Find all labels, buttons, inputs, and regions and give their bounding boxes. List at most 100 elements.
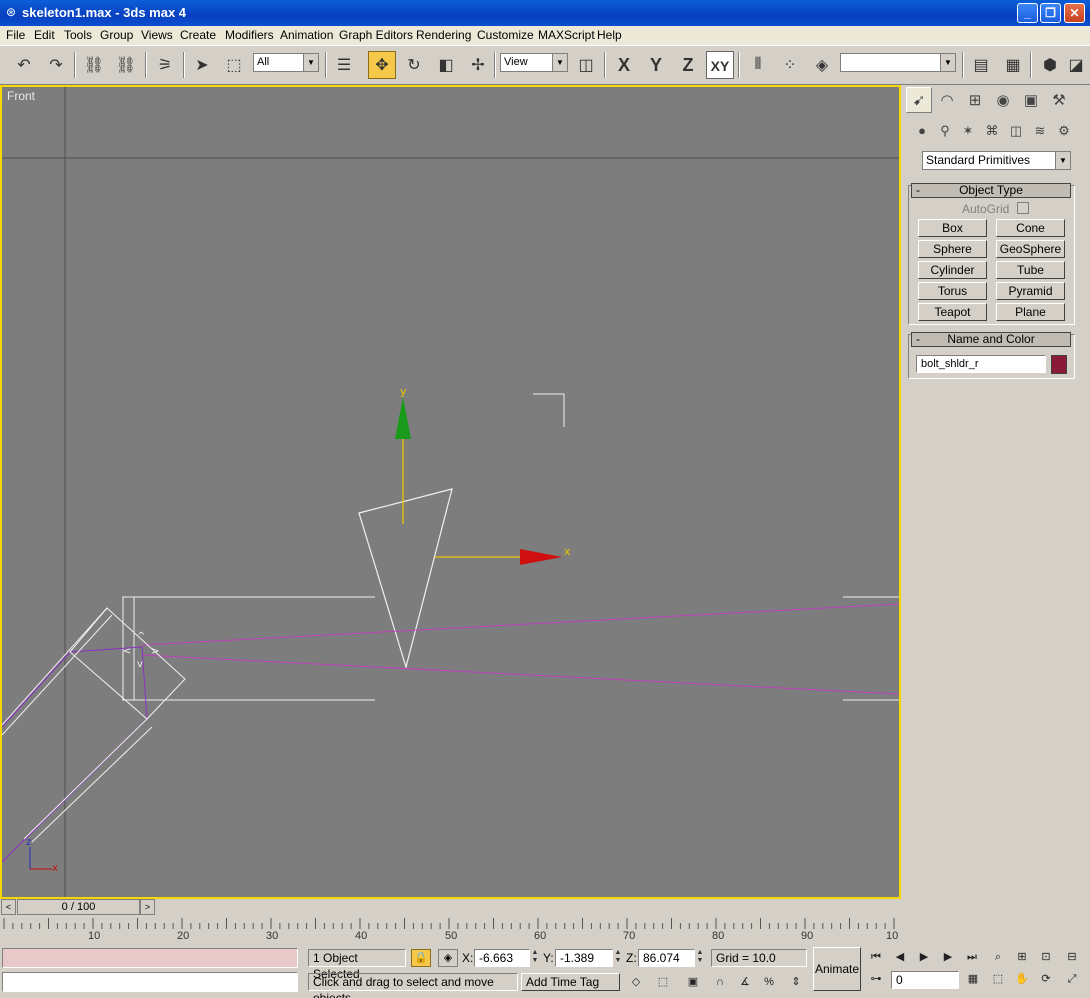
region-zoom-icon[interactable]: ⬚ bbox=[988, 970, 1008, 988]
select-and-scale-icon[interactable]: ◧ bbox=[432, 51, 460, 79]
timeline-ruler[interactable]: 10 20 30 40 50 60 70 80 90 10 bbox=[0, 916, 901, 946]
restrict-y-button[interactable]: Y bbox=[642, 51, 670, 79]
time-slider[interactable]: 0 / 100 bbox=[17, 899, 140, 915]
utilities-tab-icon[interactable]: ⚒ bbox=[1046, 87, 1072, 113]
app-icon[interactable]: ⊛ bbox=[4, 5, 18, 19]
restrict-z-button[interactable]: Z bbox=[674, 51, 702, 79]
array-icon[interactable]: ⁘ bbox=[776, 51, 804, 79]
z-coordinate-input[interactable]: 86.074 bbox=[638, 949, 695, 967]
undo-icon[interactable]: ↶ bbox=[10, 51, 38, 79]
align-icon[interactable]: ◈ bbox=[808, 51, 836, 79]
geometry-icon[interactable]: ● bbox=[912, 121, 932, 141]
create-tab-icon[interactable]: ➹ bbox=[906, 87, 932, 113]
selection-toggle-icon[interactable]: ⬚ bbox=[653, 973, 673, 991]
menu-modifiers[interactable]: Modifiers bbox=[225, 28, 274, 42]
maximize-icon[interactable]: ❐ bbox=[1040, 3, 1061, 23]
menu-help[interactable]: Help bbox=[597, 28, 622, 42]
category-dropdown[interactable]: Standard Primitives ▼ bbox=[922, 151, 1071, 170]
menu-animation[interactable]: Animation bbox=[280, 28, 333, 42]
selection-filter-dropdown[interactable]: All ▼ bbox=[253, 53, 319, 72]
menu-maxscript[interactable]: MAXScript bbox=[538, 28, 595, 42]
minimize-icon[interactable]: _ bbox=[1017, 3, 1038, 23]
x-spinner-icon[interactable]: ▲ ▼ bbox=[530, 949, 540, 967]
time-next-button[interactable]: > bbox=[140, 899, 155, 915]
close-icon[interactable]: ✕ bbox=[1064, 3, 1085, 23]
bind-space-warp-icon[interactable]: ⚞ bbox=[151, 51, 179, 79]
zoom-icon[interactable]: ⌕ bbox=[988, 948, 1008, 966]
box-mode-icon[interactable]: ▣ bbox=[683, 973, 703, 991]
material-editor-icon[interactable]: ⬢ bbox=[1036, 51, 1064, 79]
x-coordinate-input[interactable]: -6.663 bbox=[474, 949, 530, 967]
sphere-button[interactable]: Sphere bbox=[918, 240, 987, 258]
maximize-viewport-icon[interactable]: ⤢ bbox=[1060, 970, 1084, 988]
hierarchy-tab-icon[interactable]: ⊞ bbox=[962, 87, 988, 113]
named-selection-dropdown[interactable]: ▼ bbox=[840, 53, 956, 72]
previous-frame-icon[interactable]: ◀ bbox=[890, 948, 910, 966]
play-icon[interactable]: ▶ bbox=[914, 948, 934, 966]
viewport-canvas[interactable]: ^ < > v y x z x bbox=[2, 87, 899, 897]
zoom-extents-icon[interactable]: ⊡ bbox=[1036, 948, 1056, 966]
y-spinner-icon[interactable]: ▲ ▼ bbox=[613, 949, 623, 967]
select-and-manipulate-icon[interactable]: ✢ bbox=[464, 51, 492, 79]
current-frame-input[interactable]: 0 bbox=[891, 971, 959, 989]
select-object-icon[interactable]: ➤ bbox=[188, 51, 216, 79]
menu-graph-editors[interactable]: Graph Editors bbox=[339, 28, 413, 42]
time-configuration-icon[interactable]: ▦ bbox=[963, 970, 983, 988]
shapes-icon[interactable]: ⚲ bbox=[935, 121, 955, 141]
percent-snap-icon[interactable]: % bbox=[759, 973, 779, 991]
time-prev-button[interactable]: < bbox=[1, 899, 16, 915]
pyramid-button[interactable]: Pyramid bbox=[996, 282, 1065, 300]
object-type-header[interactable]: - Object Type bbox=[911, 183, 1071, 198]
zoom-all-icon[interactable]: ⊞ bbox=[1012, 948, 1032, 966]
render-scene-icon[interactable]: ◪ bbox=[1064, 51, 1088, 79]
y-coordinate-input[interactable]: -1.389 bbox=[555, 949, 613, 967]
restrict-xy-button[interactable]: XY bbox=[706, 51, 734, 79]
schematic-view-icon[interactable]: ▦ bbox=[999, 51, 1027, 79]
tube-button[interactable]: Tube bbox=[996, 261, 1065, 279]
viewport-cube-icon[interactable]: ◇ bbox=[626, 973, 646, 991]
arc-rotate-icon[interactable]: ⟳ bbox=[1036, 970, 1056, 988]
menu-rendering[interactable]: Rendering bbox=[416, 28, 471, 42]
animate-button[interactable]: Animate bbox=[813, 947, 861, 991]
menu-create[interactable]: Create bbox=[180, 28, 216, 42]
key-mode-icon[interactable]: ⊶ bbox=[866, 970, 886, 988]
select-and-move-icon[interactable]: ✥ bbox=[368, 51, 396, 79]
cylinder-button[interactable]: Cylinder bbox=[918, 261, 987, 279]
add-time-tag-button[interactable]: Add Time Tag bbox=[521, 973, 620, 991]
redo-icon[interactable]: ↷ bbox=[42, 51, 70, 79]
select-by-name-icon[interactable]: ☰ bbox=[330, 51, 358, 79]
teapot-button[interactable]: Teapot bbox=[918, 303, 987, 321]
zoom-extents-all-icon[interactable]: ⊟ bbox=[1060, 948, 1084, 966]
select-and-link-icon[interactable]: ⛓ bbox=[80, 51, 108, 79]
menu-customize[interactable]: Customize bbox=[477, 28, 534, 42]
angle-snap-icon[interactable]: ∡ bbox=[735, 973, 755, 991]
restrict-x-button[interactable]: X bbox=[610, 51, 638, 79]
systems-icon[interactable]: ⚙ bbox=[1054, 121, 1074, 141]
select-and-rotate-icon[interactable]: ↻ bbox=[400, 51, 428, 79]
helpers-icon[interactable]: ◫ bbox=[1006, 121, 1026, 141]
autogrid-checkbox[interactable] bbox=[1017, 202, 1029, 214]
spinner-snap-icon[interactable]: ⇕ bbox=[786, 973, 806, 991]
menu-group[interactable]: Group bbox=[100, 28, 133, 42]
plane-button[interactable]: Plane bbox=[996, 303, 1065, 321]
absolute-mode-icon[interactable]: ◈ bbox=[438, 949, 458, 967]
box-button[interactable]: Box bbox=[918, 219, 987, 237]
name-and-color-header[interactable]: - Name and Color bbox=[911, 332, 1071, 347]
reference-coordinate-dropdown[interactable]: View ▼ bbox=[500, 53, 568, 72]
unlink-icon[interactable]: ⛓ bbox=[112, 51, 140, 79]
front-viewport[interactable]: Front ^ < > v y x z x bbox=[0, 85, 901, 899]
menu-edit[interactable]: Edit bbox=[34, 28, 55, 42]
mirror-icon[interactable]: ⫴ bbox=[744, 51, 772, 79]
object-name-input[interactable]: bolt_shldr_r bbox=[916, 355, 1046, 373]
maxscript-input[interactable] bbox=[2, 972, 298, 992]
next-frame-icon[interactable]: ▶ bbox=[938, 948, 958, 966]
menu-file[interactable]: File bbox=[6, 28, 25, 42]
geosphere-button[interactable]: GeoSphere bbox=[996, 240, 1065, 258]
menu-views[interactable]: Views bbox=[141, 28, 173, 42]
maxscript-listener[interactable] bbox=[2, 948, 298, 968]
go-to-end-icon[interactable]: ⏭ bbox=[962, 948, 982, 966]
motion-tab-icon[interactable]: ◉ bbox=[990, 87, 1016, 113]
pan-icon[interactable]: ✋ bbox=[1012, 970, 1032, 988]
lock-selection-icon[interactable]: 🔒 bbox=[411, 949, 431, 967]
torus-button[interactable]: Torus bbox=[918, 282, 987, 300]
